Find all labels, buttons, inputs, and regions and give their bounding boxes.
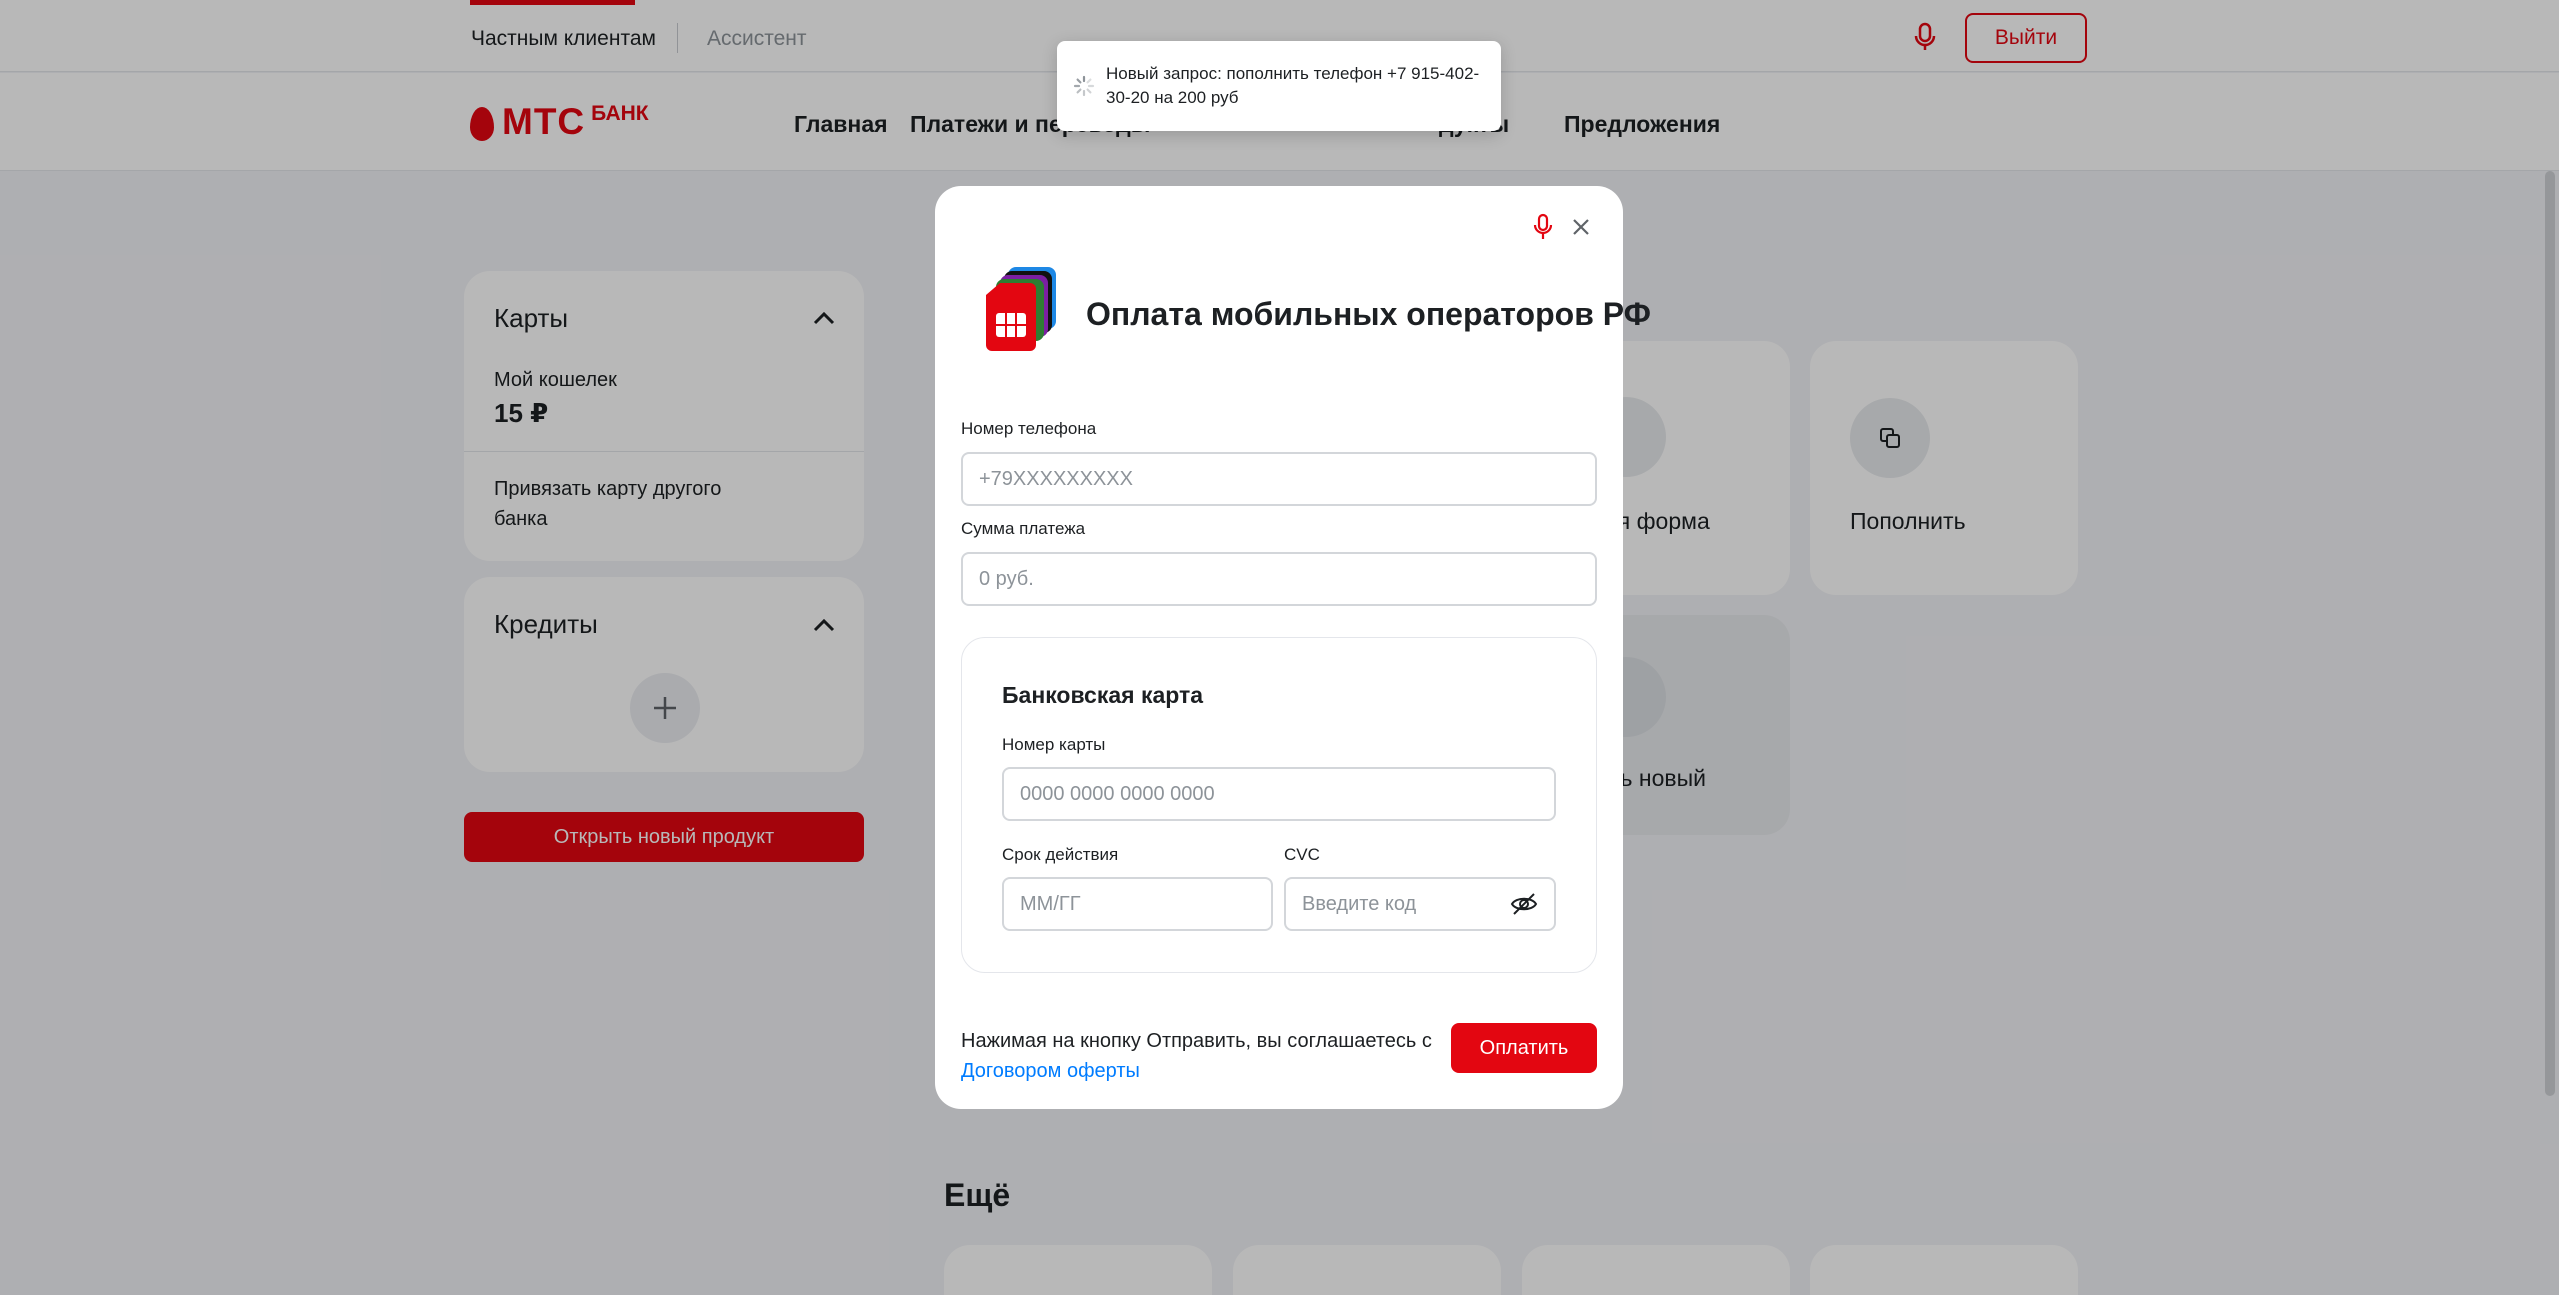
phone-input[interactable] <box>961 452 1597 506</box>
cvc-label: CVC <box>1284 845 1320 864</box>
microphone-icon[interactable] <box>1532 213 1554 241</box>
sim-card-icon <box>986 267 1056 351</box>
phone-label: Номер телефона <box>961 419 1097 438</box>
amount-input[interactable] <box>961 552 1597 606</box>
card-number-label: Номер карты <box>1002 735 1106 754</box>
close-icon[interactable] <box>1570 216 1592 238</box>
amount-label: Сумма платежа <box>961 519 1086 538</box>
offer-agreement-link[interactable]: Договором оферты <box>961 1056 1441 1086</box>
eye-off-icon[interactable] <box>1510 892 1538 916</box>
toast-message: Новый запрос: пополнить телефон +7 915-4… <box>1106 64 1480 107</box>
pay-button[interactable]: Оплатить <box>1451 1023 1597 1073</box>
card-number-input[interactable] <box>1002 767 1556 821</box>
expiry-input[interactable] <box>1002 877 1273 931</box>
consent-text-block: Нажимая на кнопку Отправить, вы соглашае… <box>961 1026 1441 1086</box>
assistant-request-toast: Новый запрос: пополнить телефон +7 915-4… <box>1057 41 1501 131</box>
expiry-label: Срок действия <box>1002 845 1119 864</box>
bank-card-title: Банковская карта <box>1002 682 1204 708</box>
modal-title: Оплата мобильных операторов РФ <box>1086 296 1651 332</box>
consent-text: Нажимая на кнопку Отправить, вы соглашае… <box>961 1030 1432 1052</box>
spinner-icon <box>1073 75 1095 97</box>
